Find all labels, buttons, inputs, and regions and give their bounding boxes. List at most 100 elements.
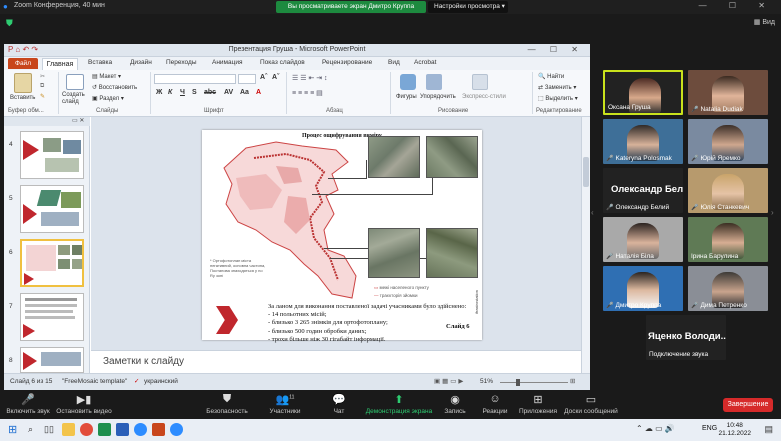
current-slide[interactable]: Процес ощифрування виміру * Ортофотоплан… xyxy=(202,130,482,343)
audio-button[interactable]: 🎤 Включить звук xyxy=(6,393,50,415)
participant-tile[interactable]: 🎤 Дима Петренко xyxy=(688,266,768,311)
slide-thumbnail-7[interactable] xyxy=(20,293,84,341)
reset-button[interactable]: ↺ Восстановить xyxy=(92,84,137,91)
zoom-slider-thumb[interactable] xyxy=(516,379,520,386)
tab-review[interactable]: Рецензирование xyxy=(322,59,372,66)
format-painter-icon[interactable]: ✎ xyxy=(40,93,45,100)
zoom-window-controls[interactable]: — ☐ ✕ xyxy=(699,1,775,10)
view-button[interactable]: ▦ Вид xyxy=(754,18,775,26)
fit-slide-icon[interactable]: ⊞ xyxy=(570,377,575,385)
notifications-icon[interactable]: ▤ xyxy=(764,424,773,435)
paste-icon[interactable] xyxy=(14,73,32,93)
prev-page-icon[interactable]: ‹ xyxy=(591,208,594,217)
share-screen-button[interactable]: ⬆ Демонстрация экрана xyxy=(364,393,434,415)
next-page-icon[interactable]: › xyxy=(771,208,774,217)
slide-thumbnail-4[interactable] xyxy=(20,131,84,179)
tab-insert[interactable]: Вставка xyxy=(88,59,112,66)
tab-file[interactable]: Файл xyxy=(8,58,38,69)
end-meeting-button[interactable]: Завершение xyxy=(723,398,773,412)
underline-icon[interactable]: Ч xyxy=(180,89,185,96)
language-indicator[interactable]: украинский xyxy=(144,378,178,385)
participant-tile[interactable]: Оксана Груша xyxy=(603,70,683,115)
task-view-icon[interactable]: ▯▯ xyxy=(44,424,54,435)
participant-tile[interactable]: 🎤 Natalia Dudiak xyxy=(688,70,768,115)
word-icon[interactable] xyxy=(116,423,129,436)
input-language[interactable]: ENG xyxy=(702,425,717,432)
shrink-font-icon[interactable]: Aˇ xyxy=(272,74,279,81)
arrange-icon[interactable] xyxy=(426,74,442,90)
italic-icon[interactable]: К xyxy=(168,89,172,96)
shadow-icon[interactable]: S xyxy=(192,89,197,96)
express-styles-button[interactable]: Экспресс-стили xyxy=(462,94,506,100)
tab-animations[interactable]: Анимация xyxy=(212,59,243,66)
view-mode-icons[interactable]: ▣▦▭▶ xyxy=(434,377,465,385)
video-button[interactable]: ▶▮ Остановить видео xyxy=(56,393,112,415)
paste-button[interactable]: Вставить xyxy=(10,95,35,101)
panel-tabs[interactable]: ▭ ✕ xyxy=(4,117,90,126)
participant-tile[interactable]: 🎤 Юлія Станкевич xyxy=(688,168,768,213)
strikethrough-icon[interactable]: abc xyxy=(204,89,216,96)
chrome-icon[interactable] xyxy=(80,423,93,436)
chat-button[interactable]: 💬 Чат xyxy=(326,393,352,415)
shapes-button[interactable]: Фигуры xyxy=(396,94,417,100)
align-icons[interactable]: ≡ ≡ ≡ ≡ ▤ xyxy=(292,89,323,97)
powerpoint-icon[interactable] xyxy=(152,423,165,436)
tab-transitions[interactable]: Переходы xyxy=(166,59,197,66)
reactions-button[interactable]: ☺ Реакции xyxy=(480,393,510,415)
zoom-app-icon[interactable] xyxy=(134,423,147,436)
font-name-field[interactable] xyxy=(154,74,236,84)
quick-styles-icon[interactable] xyxy=(472,74,488,90)
spacing-icon[interactable]: AV xyxy=(224,89,233,96)
encryption-shield-icon[interactable]: ⛊ xyxy=(6,18,16,28)
select-button[interactable]: ⬚ Выделить ▾ xyxy=(538,95,578,102)
participant-tile[interactable]: 🎤 Дмитро Круппа xyxy=(603,266,683,311)
participant-tile[interactable]: Яценко Володи... Подключение звука xyxy=(646,315,726,360)
replace-button[interactable]: ⇄ Заменить ▾ xyxy=(538,84,576,91)
zoom-app-icon-2[interactable] xyxy=(170,423,183,436)
slide-thumbnail-8[interactable] xyxy=(20,347,84,373)
record-button[interactable]: ◉ Запись xyxy=(442,393,468,415)
windows-start-icon[interactable]: ⊞ xyxy=(8,423,17,436)
change-case-icon[interactable]: Aa xyxy=(240,89,249,96)
participant-tile[interactable]: Олександр Бел... 🎤Олександр Белий xyxy=(603,168,683,213)
font-size-field[interactable] xyxy=(238,74,256,84)
excel-icon[interactable] xyxy=(98,423,111,436)
participant-tile[interactable]: 🎤 Юрій Яремко xyxy=(688,119,768,164)
view-options-dropdown[interactable]: Настройки просмотра ▾ xyxy=(428,1,508,13)
slide-thumbnail-5[interactable] xyxy=(20,185,84,233)
tab-view[interactable]: Вид xyxy=(388,59,400,66)
arrange-button[interactable]: Упорядочить xyxy=(420,94,456,100)
tab-home[interactable]: Главная xyxy=(42,58,78,70)
tab-slideshow[interactable]: Показ слайдов xyxy=(260,59,305,66)
file-explorer-icon[interactable] xyxy=(62,423,75,436)
create-slide-button[interactable]: Создать слайд xyxy=(62,92,90,106)
vertical-scrollbar[interactable] xyxy=(581,117,590,373)
grow-font-icon[interactable]: Aˆ xyxy=(260,74,267,81)
tray-icons[interactable]: ⌃ ☁ ▭ 🔊 xyxy=(636,424,675,433)
layout-button[interactable]: ▤ Макет ▾ xyxy=(92,73,121,80)
apps-button[interactable]: ⊞ Приложения xyxy=(518,393,558,415)
zoom-slider[interactable] xyxy=(500,382,568,383)
notes-pane[interactable]: Заметки к слайду xyxy=(91,350,581,373)
section-button[interactable]: ▣ Раздел ▾ xyxy=(92,95,124,102)
copy-icon[interactable]: ⧉ xyxy=(40,83,44,90)
ppt-window-controls[interactable]: — ☐ ✕ xyxy=(528,45,584,54)
participants-button[interactable]: 👥11 Участники xyxy=(264,393,306,415)
tab-acrobat[interactable]: Acrobat xyxy=(414,59,436,66)
whiteboards-button[interactable]: ▭ Доски сообщений xyxy=(564,393,618,415)
bold-icon[interactable]: Ж xyxy=(156,89,162,96)
shapes-icon[interactable] xyxy=(400,74,416,90)
system-clock[interactable]: 10:48 21.12.2022 xyxy=(718,422,751,438)
participant-tile[interactable]: 🎤 Kateryna Polosmak xyxy=(603,119,683,164)
spellcheck-icon[interactable]: ✓ xyxy=(134,377,139,385)
find-button[interactable]: 🔍 Найти xyxy=(538,73,564,80)
cut-icon[interactable]: ✂ xyxy=(40,73,45,80)
tab-design[interactable]: Дизайн xyxy=(130,59,152,66)
bullets-icon[interactable]: ☰ ☰ ⇤ ⇥ ↕ xyxy=(292,74,328,82)
new-slide-icon[interactable] xyxy=(66,74,84,90)
participant-tile[interactable]: Ірина Барулина xyxy=(688,217,768,262)
font-color-icon[interactable]: A xyxy=(256,89,261,96)
slide-thumbnail-6-selected[interactable] xyxy=(20,239,84,287)
participant-tile[interactable]: 🎤 Наталія Біла xyxy=(603,217,683,262)
security-button[interactable]: ⛊ Безопасность xyxy=(204,393,250,415)
